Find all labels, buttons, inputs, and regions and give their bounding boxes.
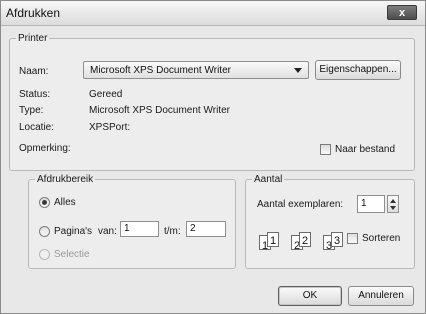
range-pages-radio[interactable] xyxy=(39,226,50,237)
printer-name-value: Microsoft XPS Document Writer xyxy=(90,65,231,76)
range-from-label: van: xyxy=(98,226,117,237)
collate-page-number: 1 xyxy=(270,235,277,247)
comment-label: Opmerking: xyxy=(19,143,71,154)
range-all-radio[interactable] xyxy=(39,197,50,208)
range-pages-label[interactable]: Pagina's xyxy=(54,226,92,237)
type-value: Microsoft XPS Document Writer xyxy=(89,105,230,116)
collate-label[interactable]: Sorteren xyxy=(362,233,400,244)
range-from-input[interactable]: 1 xyxy=(120,221,159,237)
status-value: Gereed xyxy=(89,89,123,100)
copies-legend: Aantal xyxy=(254,174,283,185)
printer-name-label: Naam: xyxy=(19,66,49,77)
close-icon: x xyxy=(398,7,406,19)
copies-count-label: Aantal exemplaren: xyxy=(257,199,344,210)
range-to-label: t/m: xyxy=(164,226,181,237)
title-bar[interactable]: Afdrukken x xyxy=(1,1,425,26)
location-value: XPSPort: xyxy=(89,122,131,133)
window-title: Afdrukken xyxy=(6,6,61,20)
range-all-label[interactable]: Alles xyxy=(54,197,76,208)
range-selection-label[interactable]: Selectie xyxy=(54,249,90,260)
print-dialog: Afdrukken x Printer Naam: Microsoft XPS … xyxy=(0,0,426,314)
range-to-input[interactable]: 2 xyxy=(186,221,226,237)
print-range-legend: Afdrukbereik xyxy=(37,174,94,185)
printer-name-select[interactable]: Microsoft XPS Document Writer xyxy=(83,61,309,79)
collate-checkbox[interactable] xyxy=(347,233,358,244)
collate-illustration: 1 1 2 2 3 3 xyxy=(259,232,349,262)
copies-spinner[interactable] xyxy=(387,195,399,213)
copies-count-value: 1 xyxy=(361,198,367,209)
status-label: Status: xyxy=(19,89,51,100)
collate-page-number: 2 xyxy=(302,235,309,247)
spin-up-icon[interactable] xyxy=(390,199,396,203)
chevron-down-icon xyxy=(294,68,302,73)
print-to-file-label[interactable]: Naar bestand xyxy=(335,144,395,155)
range-to-value: 2 xyxy=(190,223,196,234)
collate-page-number: 3 xyxy=(334,235,341,247)
spin-down-icon[interactable] xyxy=(390,206,396,210)
type-label: Type: xyxy=(19,105,44,116)
range-selection-radio[interactable] xyxy=(39,249,50,260)
range-from-value: 1 xyxy=(124,223,130,234)
location-label: Locatie: xyxy=(19,122,55,133)
close-button[interactable]: x xyxy=(387,5,417,20)
copies-count-input[interactable]: 1 xyxy=(357,195,385,213)
dialog-body: Printer Naam: Microsoft XPS Document Wri… xyxy=(1,26,425,313)
cancel-button[interactable]: Annuleren xyxy=(348,286,414,306)
ok-button[interactable]: OK xyxy=(278,286,342,306)
printer-group-legend: Printer xyxy=(18,33,48,44)
properties-button[interactable]: Eigenschappen... xyxy=(315,60,401,80)
print-to-file-checkbox[interactable] xyxy=(320,144,331,155)
